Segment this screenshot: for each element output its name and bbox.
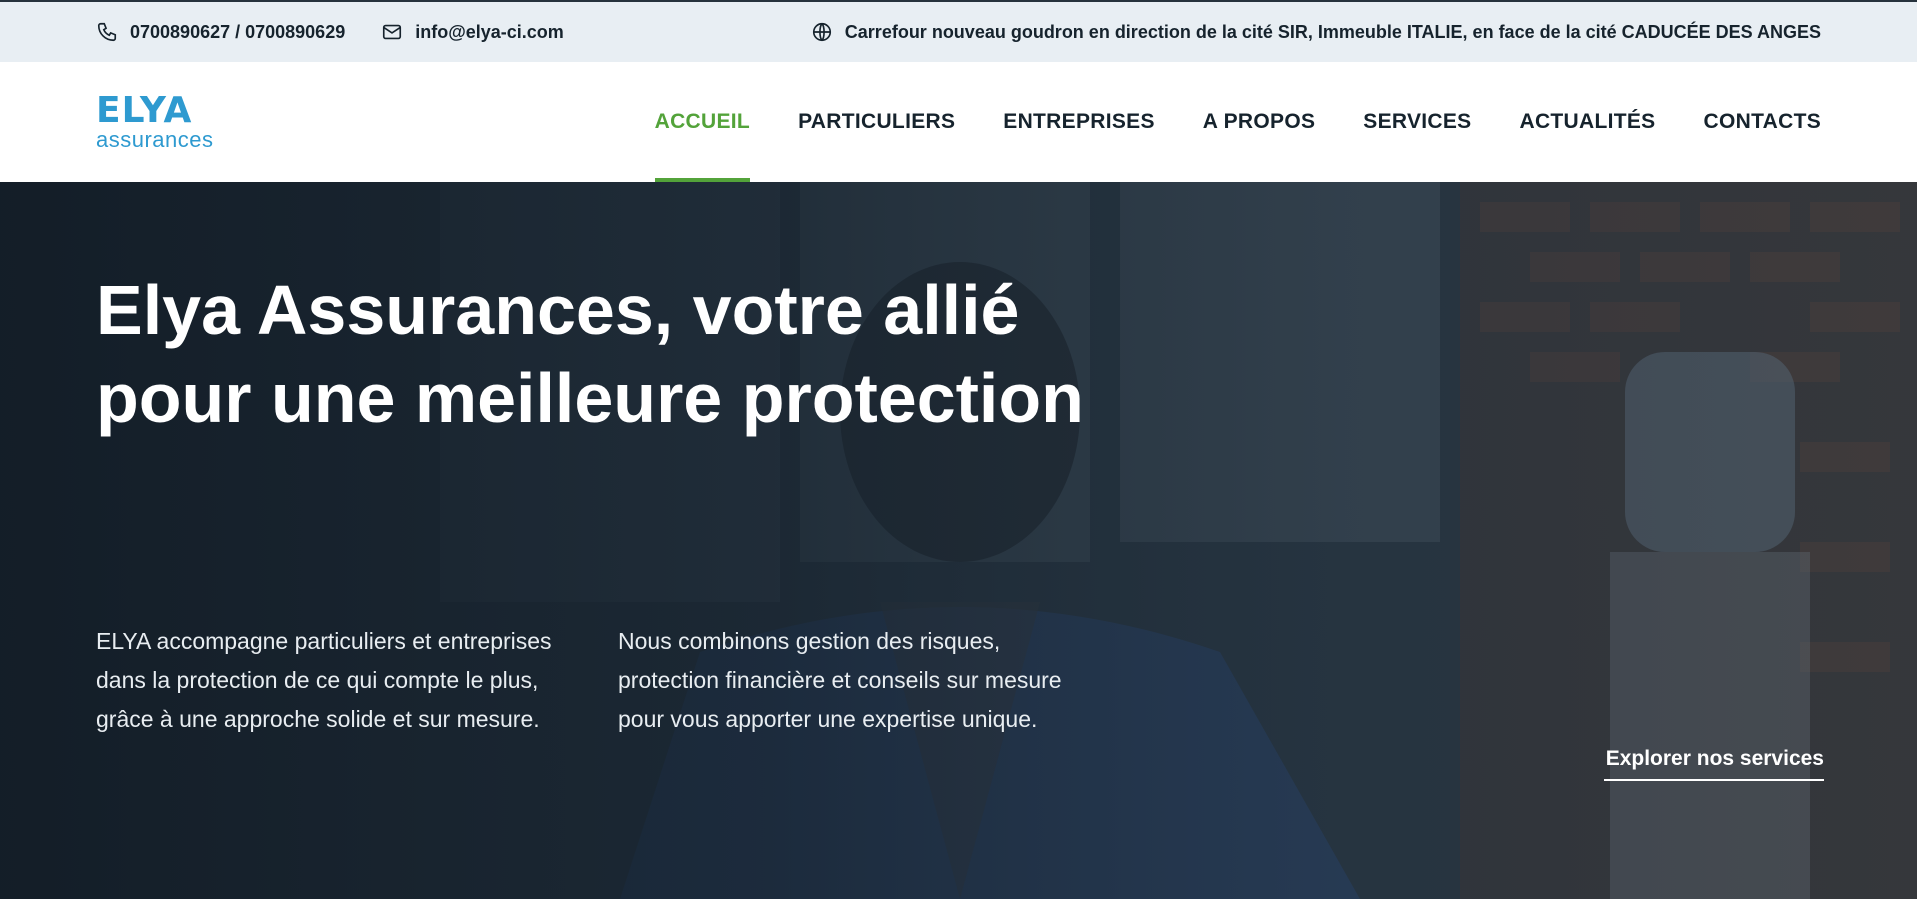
main-navigation: ACCUEIL PARTICULIERS ENTREPRISES A PROPO… [631,62,1821,182]
address-text: Carrefour nouveau goudron en direction d… [844,21,1821,42]
phone-icon [97,22,117,42]
hero-paragraph-1: ELYA accompagne particuliers et entrepri… [96,628,552,732]
globe-icon [812,22,831,42]
nav-a-propos[interactable]: A PROPOS [1179,62,1339,182]
top-info-bar: 0700890627 / 0700890629 info@elya-ci.com… [0,0,1917,62]
nav-particuliers[interactable]: PARTICULIERS [774,62,979,182]
nav-accueil[interactable]: ACCUEIL [631,62,774,182]
logo-mark: ELYA [96,90,193,131]
explore-services-link[interactable]: Explorer nos services [1604,747,1824,781]
hero-paragraph-2: Nous combinons gestion des risques, prot… [618,628,1062,732]
hero-title: Elya Assurances, votre allié pour une me… [96,271,1084,437]
hero-section: Elya Assurances, votre allié pour une me… [0,182,1917,899]
logo-subtitle: assurances [96,127,214,152]
nav-entreprises[interactable]: ENTREPRISES [979,62,1179,182]
site-header: ELYA assurances ACCUEIL PARTICULIERS ENT… [0,62,1917,182]
phone-number: 0700890627 / 0700890629 [130,21,346,42]
address-info: Carrefour nouveau goudron en direction d… [811,21,1821,43]
nav-services[interactable]: SERVICES [1339,62,1495,182]
email-address: info@elya-ci.com [415,21,564,42]
nav-actualites[interactable]: ACTUALITÉS [1496,62,1680,182]
phone-contact[interactable]: 0700890627 / 0700890629 [96,21,345,43]
nav-contacts[interactable]: CONTACTS [1680,62,1822,182]
mail-icon [383,24,402,40]
elya-logo[interactable]: ELYA assurances [96,93,236,151]
email-contact[interactable]: info@elya-ci.com [381,21,564,43]
